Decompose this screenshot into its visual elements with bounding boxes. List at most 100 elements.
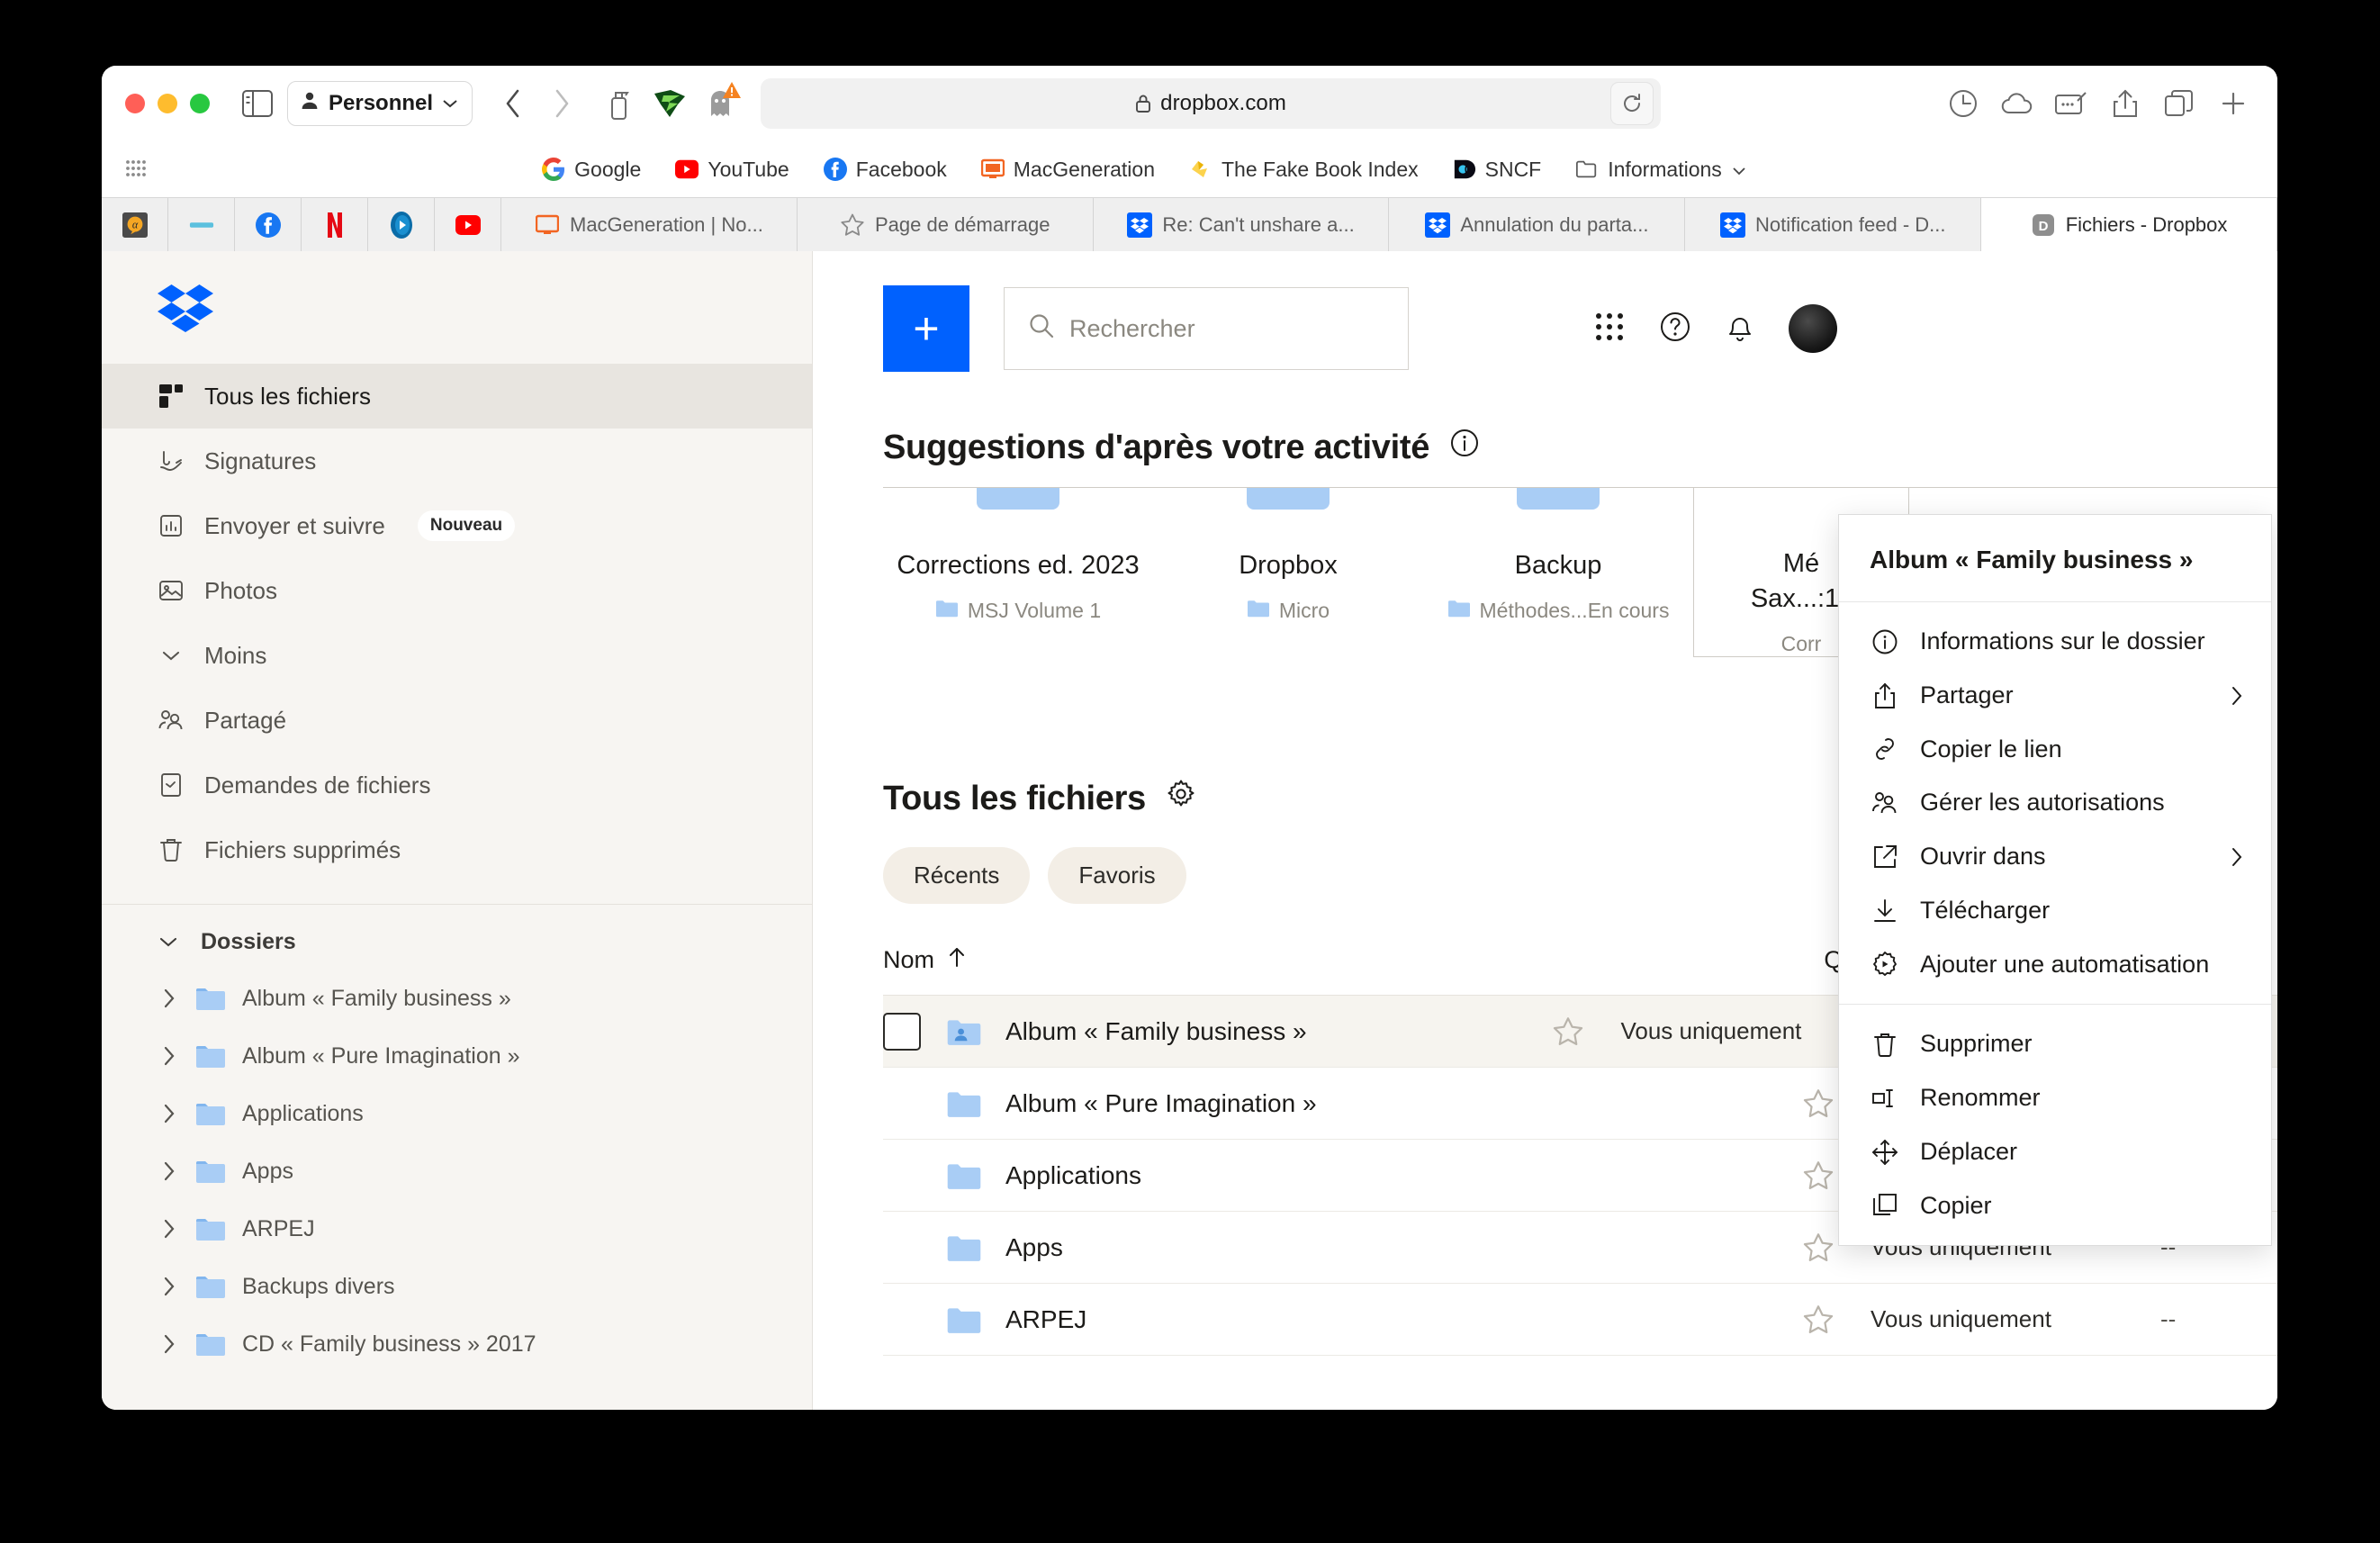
bookmarks-grid-icon[interactable] (125, 158, 161, 180)
gear-icon[interactable] (1166, 779, 1196, 818)
search-input[interactable]: Rechercher (1004, 287, 1409, 370)
bookmark-sncf[interactable]: SNCF (1453, 158, 1541, 182)
menu-item-ouvrir-dans[interactable]: Ouvrir dans (1839, 830, 2271, 884)
favorite-star-icon[interactable] (1550, 1015, 1586, 1048)
sidebar-folder-backups-divers[interactable]: Backups divers (102, 1258, 812, 1315)
chevron-right-icon[interactable] (158, 1276, 181, 1297)
sidebar-folder-cd-family-business-2017[interactable]: CD « Family business » 2017 (102, 1315, 812, 1373)
tab-re-cant-unshare[interactable]: Re: Can't unshare a... (1093, 198, 1390, 251)
bookmark-macgeneration[interactable]: MacGeneration (980, 158, 1155, 182)
dash-icon (189, 212, 214, 238)
chevron-right-icon[interactable] (158, 1103, 181, 1124)
reload-icon[interactable] (1610, 82, 1654, 125)
column-header-name[interactable]: Nom (883, 945, 967, 975)
menu-item-renommer[interactable]: Renommer (1839, 1071, 2271, 1125)
tab-fichiers-dropbox[interactable]: D Fichiers - Dropbox (1981, 198, 2277, 251)
window-controls (125, 94, 210, 113)
maximize-window-button[interactable] (190, 94, 210, 113)
ghostery-icon[interactable] (699, 82, 742, 124)
sidebar-folder-album-family-business[interactable]: Album « Family business » (102, 970, 812, 1027)
new-tab-plus-icon[interactable] (2213, 83, 2254, 124)
spray-bottle-icon[interactable] (599, 83, 640, 124)
menu-item-ajouter-une-automatisation[interactable]: Ajouter une automatisation (1839, 938, 2271, 992)
chevron-right-icon[interactable] (158, 1160, 181, 1182)
favorite-star-icon[interactable] (1800, 1087, 1836, 1120)
notes-icon[interactable] (2051, 83, 2092, 124)
minimize-window-button[interactable] (158, 94, 177, 113)
sidebar-folder-arpej[interactable]: ARPEJ (102, 1200, 812, 1258)
tab-annulation-du-partage[interactable]: Annulation du parta... (1389, 198, 1686, 251)
sidebar-item-tous-les-fichiers[interactable]: Tous les fichiers (102, 364, 812, 429)
menu-item-informations-sur-le-dossier[interactable]: Informations sur le dossier (1839, 615, 2271, 669)
bookmark-facebook[interactable]: Facebook (823, 157, 947, 182)
pinned-tab-facebook[interactable] (235, 198, 302, 251)
grid-apps-icon[interactable] (1594, 311, 1625, 347)
chevron-right-icon[interactable] (158, 1045, 181, 1067)
menu-item-gerer-les-autorisations[interactable]: Gérer les autorisations (1839, 776, 2271, 830)
bookmark-google[interactable]: Google (542, 158, 641, 182)
menu-item-copier-le-lien[interactable]: Copier le lien (1839, 723, 2271, 777)
sidebar-item-moins[interactable]: Moins (102, 623, 812, 688)
menu-item-deplacer[interactable]: Déplacer (1839, 1125, 2271, 1179)
sidebar-item-demandes-de-fichiers[interactable]: Demandes de fichiers (102, 753, 812, 817)
chevron-right-icon[interactable] (158, 1218, 181, 1240)
sidebar-folder-apps[interactable]: Apps (102, 1142, 812, 1200)
pinned-tab-youtube[interactable] (435, 198, 501, 251)
sidebar-folder-applications[interactable]: Applications (102, 1085, 812, 1142)
favorite-star-icon[interactable] (1800, 1160, 1836, 1192)
chevron-down-icon (158, 642, 185, 669)
help-circle-icon[interactable] (1659, 311, 1691, 347)
bookmark-youtube[interactable]: YouTube (675, 158, 789, 182)
profile-selector[interactable]: Personnel (287, 81, 473, 126)
share-icon[interactable] (2105, 83, 2146, 124)
suggestion-card[interactable]: Corrections ed. 2023 MSJ Volume 1 (883, 488, 1153, 657)
address-bar[interactable]: dropbox.com (761, 78, 1662, 129)
tab-notification-feed[interactable]: Notification feed - D... (1685, 198, 1982, 251)
menu-item-telecharger[interactable]: Télécharger (1839, 884, 2271, 938)
back-arrow-icon[interactable] (492, 83, 534, 124)
suggestion-card[interactable]: Dropbox Micro (1153, 488, 1423, 657)
menu-item-copier[interactable]: Copier (1839, 1179, 2271, 1233)
bookmark-fake-book-index[interactable]: The Fake Book Index (1189, 158, 1419, 182)
sidebar-item-partage[interactable]: Partagé (102, 688, 812, 753)
history-clock-icon[interactable] (1943, 83, 1984, 124)
create-new-button[interactable]: + (883, 285, 969, 372)
bookmark-label: Facebook (855, 157, 947, 181)
tab-macgeneration[interactable]: MacGeneration | No... (501, 198, 798, 251)
sidebar-item-envoyer-et-suivre[interactable]: Envoyer et suivre Nouveau (102, 493, 812, 558)
pinned-tab-bluedot[interactable] (368, 198, 435, 251)
sidebar-item-fichiers-supprimes[interactable]: Fichiers supprimés (102, 817, 812, 882)
favorite-star-icon[interactable] (1800, 1232, 1836, 1264)
sidebar-folders-header[interactable]: Dossiers (102, 914, 812, 970)
google-icon (542, 158, 565, 181)
chip-favoris[interactable]: Favoris (1048, 847, 1186, 904)
menu-item-supprimer[interactable]: Supprimer (1839, 1017, 2271, 1071)
chevron-right-icon[interactable] (158, 988, 181, 1009)
forward-arrow-icon[interactable] (541, 83, 582, 124)
dropbox-logo[interactable] (102, 251, 812, 364)
pinned-tab-alpha[interactable]: α (102, 198, 168, 251)
tab-page-de-demarrage[interactable]: Page de démarrage (797, 198, 1094, 251)
favorite-star-icon[interactable] (1800, 1304, 1836, 1336)
bookmark-folder-informations[interactable]: Informations (1575, 158, 1747, 182)
sidebar-folder-label: Album « Pure Imagination » (242, 1042, 520, 1069)
pinned-tab-dash[interactable] (168, 198, 235, 251)
chip-recents[interactable]: Récents (883, 847, 1031, 904)
sidebar-folder-album-pure-imagination[interactable]: Album « Pure Imagination » (102, 1027, 812, 1085)
avatar[interactable] (1789, 304, 1837, 353)
row-checkbox[interactable] (883, 1012, 921, 1051)
pinned-tab-netflix[interactable] (302, 198, 368, 251)
chevron-right-icon[interactable] (158, 1333, 181, 1355)
menu-item-partager[interactable]: Partager (1839, 669, 2271, 723)
info-circle-icon[interactable] (1449, 428, 1480, 467)
close-window-button[interactable] (125, 94, 145, 113)
sidebar-item-signatures[interactable]: Signatures (102, 429, 812, 493)
tab-overview-icon[interactable] (2159, 83, 2200, 124)
table-row[interactable]: ARPEJ Vous uniquement -- (883, 1284, 2277, 1356)
sidebar-icon[interactable] (237, 83, 278, 124)
sidebar-item-photos[interactable]: Photos (102, 558, 812, 623)
suggestion-card[interactable]: Backup Méthodes...En cours (1423, 488, 1693, 657)
bell-icon[interactable] (1726, 311, 1754, 347)
icloud-cloud-icon[interactable] (1997, 83, 2038, 124)
sitebulb-icon[interactable] (649, 83, 690, 124)
